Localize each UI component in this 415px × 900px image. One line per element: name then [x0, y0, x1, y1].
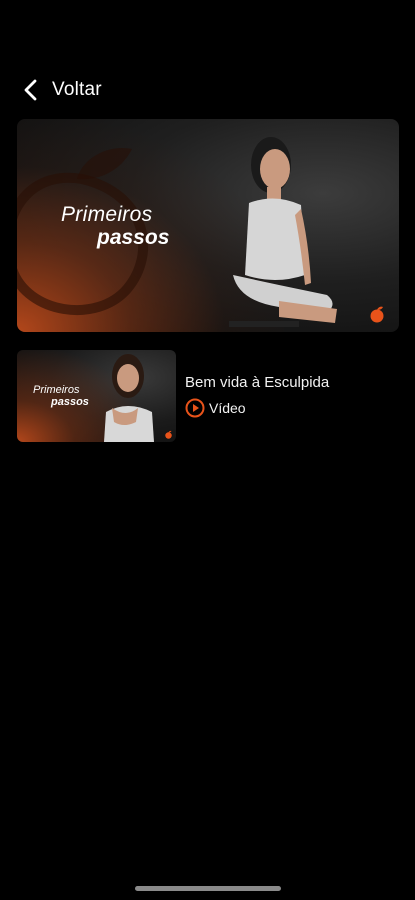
back-label: Voltar: [52, 79, 102, 100]
lesson-title: Bem vida à Esculpida: [185, 374, 330, 391]
banner-title: Primeiros passos: [61, 203, 169, 249]
lesson-type: Vídeo: [185, 398, 329, 418]
lesson-item[interactable]: Primeiros passos Bem vida à Esculpida Ví…: [17, 350, 399, 442]
banner-title-line1: Primeiros: [61, 203, 153, 226]
back-button[interactable]: Voltar: [20, 74, 102, 106]
thumb-title: Primeiros passos: [33, 384, 89, 408]
peach-logo-icon: [165, 430, 172, 439]
course-banner[interactable]: Primeiros passos: [17, 119, 399, 332]
play-circle-icon: [185, 398, 205, 418]
banner-title-line2: passos: [97, 226, 170, 249]
lesson-info: Bem vida à Esculpida Vídeo: [185, 350, 329, 442]
thumb-model-image: [104, 354, 154, 442]
lesson-type-label: Vídeo: [209, 400, 246, 416]
thumb-title-line1: Primeiros: [33, 384, 80, 396]
lesson-thumbnail: Primeiros passos: [17, 350, 176, 442]
thumb-title-line2: passos: [51, 396, 89, 408]
peach-logo-icon: [370, 306, 384, 323]
banner-model-image: [229, 137, 337, 327]
home-indicator[interactable]: [135, 886, 281, 891]
chevron-left-icon: [24, 79, 37, 101]
